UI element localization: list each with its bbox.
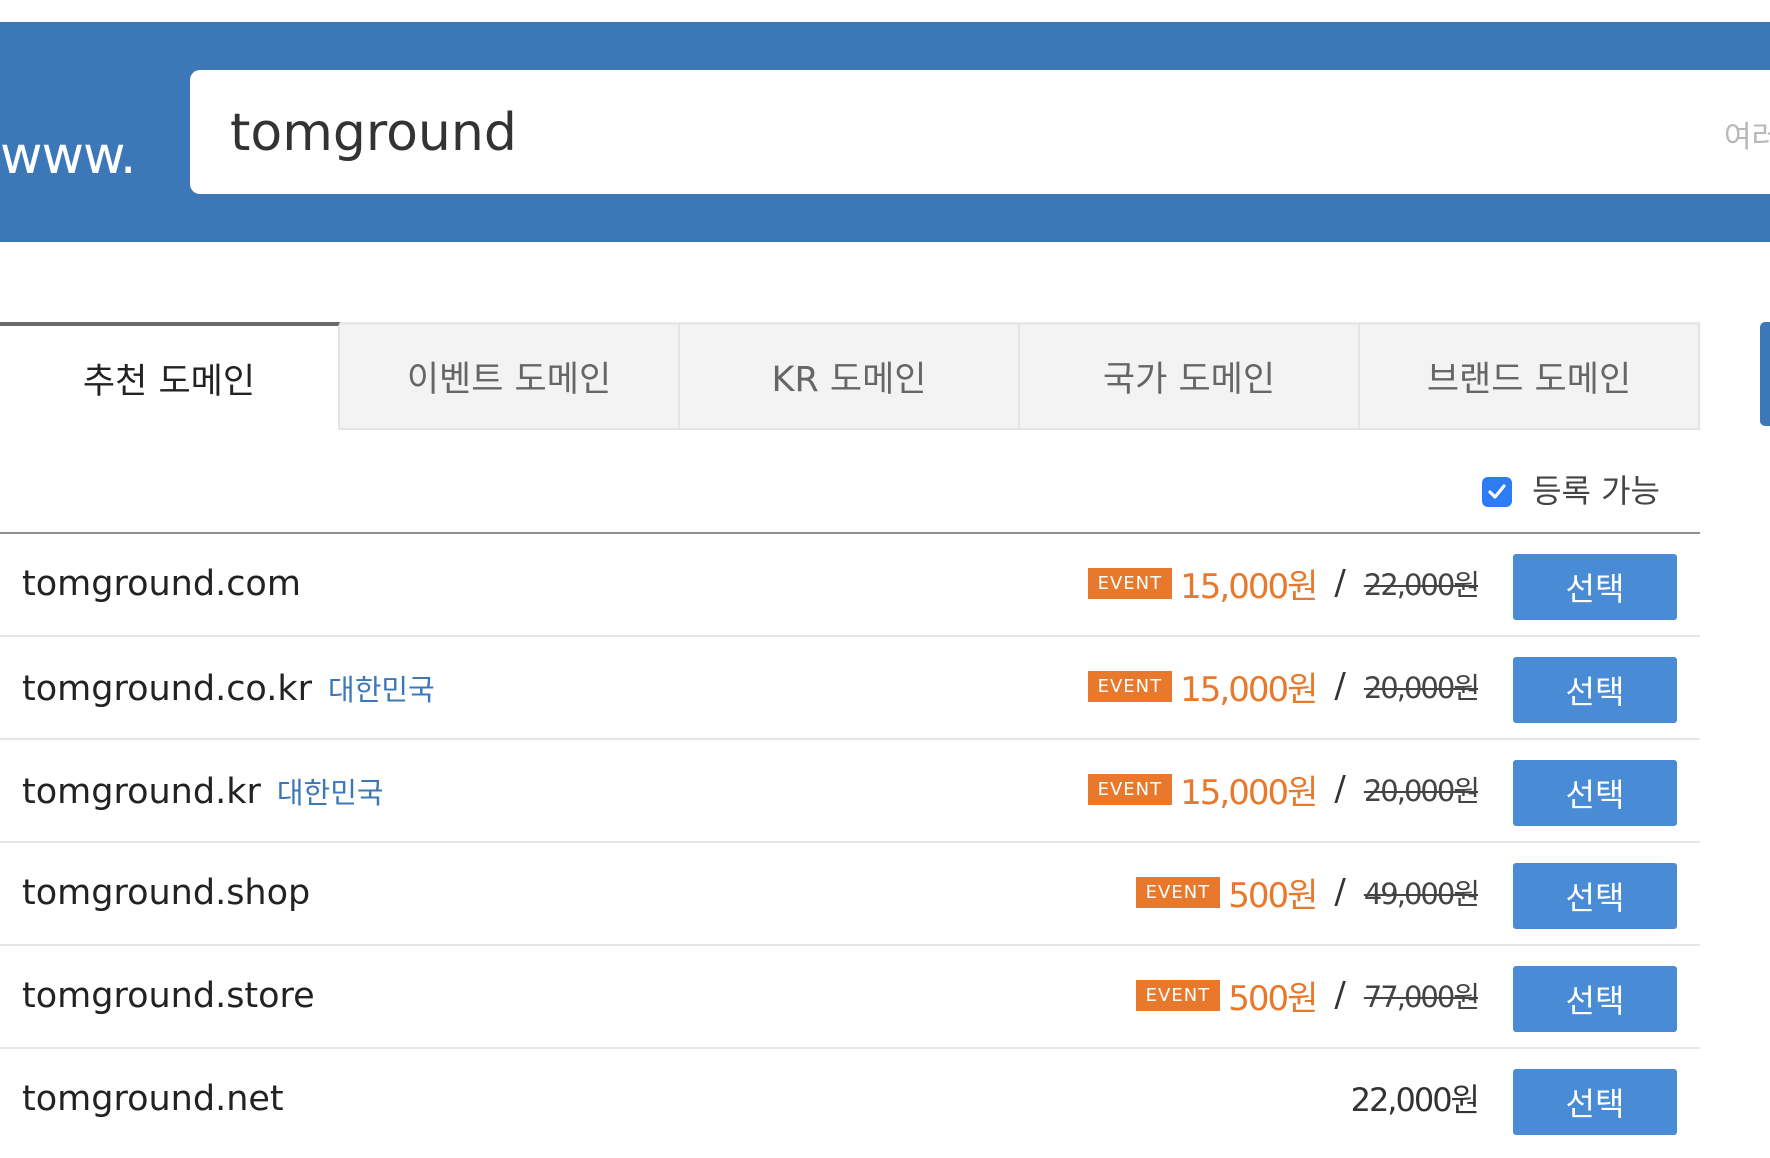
domain-name-cell: tomground.co.kr 대한민국 (22, 667, 435, 709)
domain-row: tomground.shop EVENT 500원 / 49,000원 선택 (0, 843, 1700, 946)
price-separator: / (1334, 872, 1346, 912)
select-button[interactable]: 선택 (1513, 760, 1677, 826)
regular-price: 22,000원 (1350, 1081, 1480, 1119)
checkmark-icon (1488, 484, 1506, 499)
sale-price: 500원 (1228, 978, 1318, 1019)
available-filter-label: 등록 가능 (1532, 472, 1660, 510)
search-box[interactable]: 여러 (190, 70, 1770, 194)
event-badge: EVENT (1135, 979, 1221, 1011)
tab-kr-domain[interactable]: KR 도메인 (680, 322, 1020, 430)
original-price: 49,000원 (1363, 877, 1480, 911)
price-area: EVENT 15,000원 / 20,000원 (1087, 764, 1480, 814)
country-label: 대한민국 (276, 776, 384, 810)
available-filter[interactable]: 등록 가능 (1482, 466, 1660, 512)
sale-price: 500원 (1228, 875, 1318, 916)
price-area: EVENT 500원 / 77,000원 (1135, 970, 1480, 1020)
domain-row: tomground.kr 대한민국 EVENT 15,000원 / 20,000… (0, 740, 1700, 843)
event-badge: EVENT (1087, 773, 1173, 805)
price-area: EVENT 500원 / 49,000원 (1135, 867, 1480, 917)
select-button[interactable]: 선택 (1513, 554, 1677, 620)
country-label: 대한민국 (328, 673, 435, 707)
domain-search-input[interactable] (228, 90, 1632, 176)
event-badge: EVENT (1087, 567, 1173, 599)
search-hint: 여러 (1724, 120, 1770, 155)
select-button[interactable]: 선택 (1513, 1069, 1677, 1135)
event-badge: EVENT (1135, 876, 1221, 908)
domain-name-cell: tomground.store (22, 976, 315, 1016)
price-separator: / (1334, 666, 1346, 706)
price-separator: / (1334, 975, 1346, 1015)
domain-name-cell: tomground.net (22, 1079, 284, 1119)
www-prefix: www. (0, 126, 136, 186)
domain-name: tomground.com (22, 564, 301, 604)
domain-name: tomground.shop (22, 873, 311, 913)
domain-name-cell: tomground.kr 대한민국 (22, 770, 384, 812)
select-button[interactable]: 선택 (1513, 657, 1677, 723)
sale-price: 15,000원 (1180, 566, 1318, 607)
domain-name: tomground.co.kr (22, 669, 313, 709)
select-button[interactable]: 선택 (1513, 863, 1677, 929)
domain-name: tomground.store (22, 976, 315, 1016)
sale-price: 15,000원 (1180, 669, 1318, 710)
domain-row: tomground.com EVENT 15,000원 / 22,000원 선택 (0, 534, 1700, 637)
domain-result-list: tomground.com EVENT 15,000원 / 22,000원 선택… (0, 534, 1700, 1152)
price-separator: / (1334, 563, 1346, 603)
domain-row: tomground.net 22,000원 선택 (0, 1049, 1700, 1152)
domain-name: tomground.net (22, 1079, 284, 1119)
select-button[interactable]: 선택 (1513, 966, 1677, 1032)
search-band: www. 여러 (0, 22, 1770, 242)
domain-row: tomground.co.kr 대한민국 EVENT 15,000원 / 20,… (0, 637, 1700, 740)
tab-brand-domain[interactable]: 브랜드 도메인 (1360, 322, 1700, 430)
original-price: 77,000원 (1363, 980, 1480, 1014)
tab-recommended-domain[interactable]: 추천 도메인 (0, 322, 340, 430)
domain-name-cell: tomground.shop (22, 873, 310, 913)
event-badge: EVENT (1087, 670, 1173, 702)
tab-country-domain[interactable]: 국가 도메인 (1020, 322, 1360, 430)
original-price: 20,000원 (1363, 774, 1480, 808)
price-separator: / (1334, 769, 1346, 809)
domain-tabs: 추천 도메인 이벤트 도메인 KR 도메인 국가 도메인 브랜드 도메인 (0, 322, 1700, 430)
price-area: EVENT 15,000원 / 20,000원 (1087, 661, 1480, 711)
sale-price: 15,000원 (1180, 772, 1318, 813)
price-area: 22,000원 (1350, 1073, 1480, 1123)
side-scroll-indicator (1760, 322, 1770, 426)
domain-name: tomground.kr (22, 772, 261, 812)
original-price: 22,000원 (1363, 568, 1480, 602)
domain-row: tomground.store EVENT 500원 / 77,000원 선택 (0, 946, 1700, 1049)
tab-event-domain[interactable]: 이벤트 도메인 (340, 322, 680, 430)
available-checkbox[interactable] (1482, 477, 1513, 507)
domain-name-cell: tomground.com (22, 564, 301, 604)
original-price: 20,000원 (1363, 671, 1480, 705)
price-area: EVENT 15,000원 / 22,000원 (1087, 558, 1480, 608)
